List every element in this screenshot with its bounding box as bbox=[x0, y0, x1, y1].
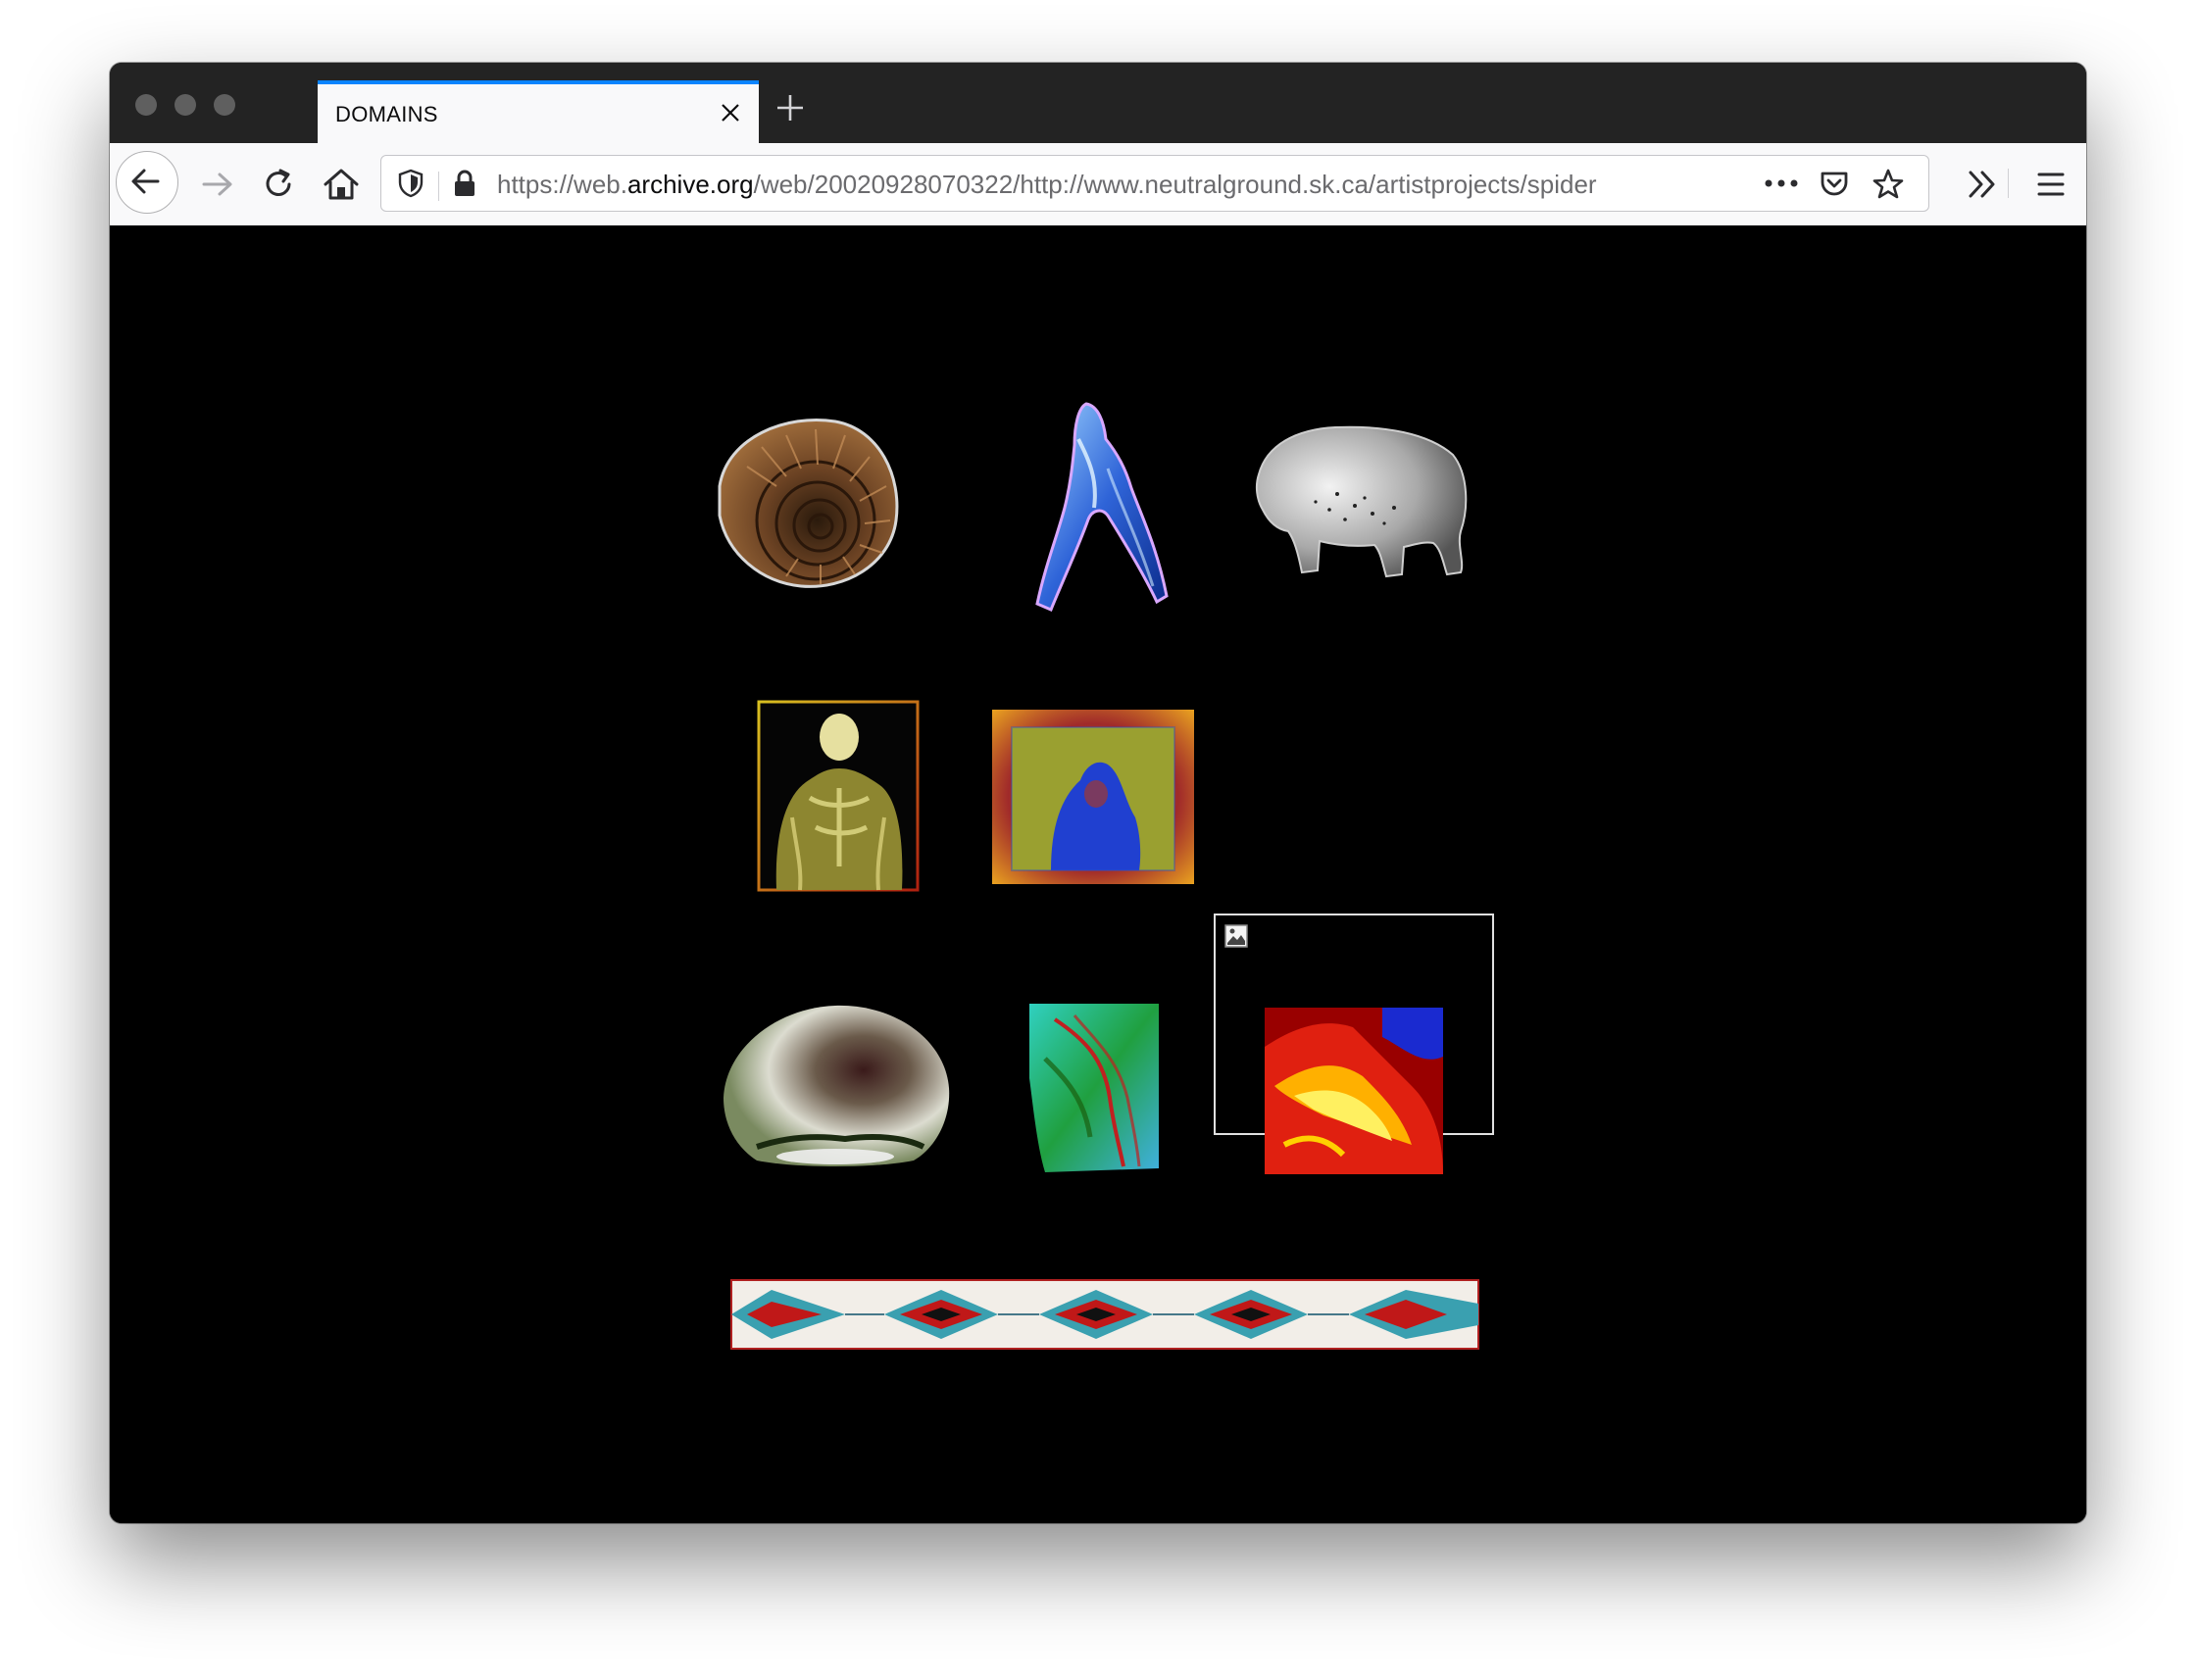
url-separator bbox=[438, 172, 439, 201]
fire-image[interactable] bbox=[1265, 1008, 1443, 1174]
ellipsis-icon[interactable] bbox=[1764, 177, 1799, 189]
address-bar[interactable]: https://web.archive.org/web/200209280703… bbox=[380, 155, 1929, 212]
new-tab-icon[interactable] bbox=[774, 92, 806, 124]
torso-image[interactable] bbox=[757, 700, 920, 892]
page-content bbox=[110, 225, 2086, 1523]
url-prefix: https://web. bbox=[497, 170, 627, 199]
tab-strip: DOMAINS bbox=[110, 63, 2086, 143]
url-path: /web/20020928070322/http://www.neutralgr… bbox=[753, 170, 1597, 199]
reload-icon[interactable] bbox=[257, 163, 300, 206]
hamburger-icon[interactable] bbox=[2029, 163, 2072, 206]
tab-active-indicator bbox=[318, 80, 759, 84]
hooded-figure-image[interactable] bbox=[992, 710, 1194, 884]
back-button[interactable] bbox=[116, 151, 178, 214]
green-stone-image[interactable] bbox=[1025, 1000, 1163, 1176]
star-icon[interactable] bbox=[1872, 168, 1905, 201]
eye-dome-image[interactable] bbox=[718, 1000, 953, 1168]
shield-icon[interactable] bbox=[397, 169, 424, 198]
arrow-left-icon bbox=[131, 169, 160, 194]
tab-domains[interactable]: DOMAINS bbox=[318, 80, 759, 143]
navigation-toolbar: https://web.archive.org/web/200209280703… bbox=[110, 143, 2086, 226]
minimize-window-button[interactable] bbox=[175, 94, 196, 116]
bison-image[interactable] bbox=[1247, 416, 1472, 586]
zoom-window-button[interactable] bbox=[214, 94, 235, 116]
browser-window: DOMAINS https://web.archive.org/web/2002… bbox=[110, 63, 2086, 1523]
url-text[interactable]: https://web.archive.org/web/200209280703… bbox=[497, 170, 1747, 200]
url-host: archive.org bbox=[626, 170, 754, 199]
lock-icon[interactable] bbox=[452, 169, 477, 198]
blue-figure-image[interactable] bbox=[1010, 400, 1176, 616]
close-window-button[interactable] bbox=[135, 94, 157, 116]
tab-title: DOMAINS bbox=[335, 102, 438, 126]
double-chevron-icon[interactable] bbox=[1961, 163, 2004, 206]
ammonite-image[interactable] bbox=[708, 408, 904, 594]
pocket-icon[interactable] bbox=[1819, 170, 1850, 199]
close-icon[interactable] bbox=[720, 102, 741, 124]
beadwork-image[interactable] bbox=[727, 1274, 1482, 1355]
home-icon[interactable] bbox=[320, 163, 363, 206]
forward-button[interactable] bbox=[196, 163, 239, 206]
toolbar-separator bbox=[2008, 169, 2009, 198]
broken-image-icon bbox=[1224, 924, 1248, 948]
